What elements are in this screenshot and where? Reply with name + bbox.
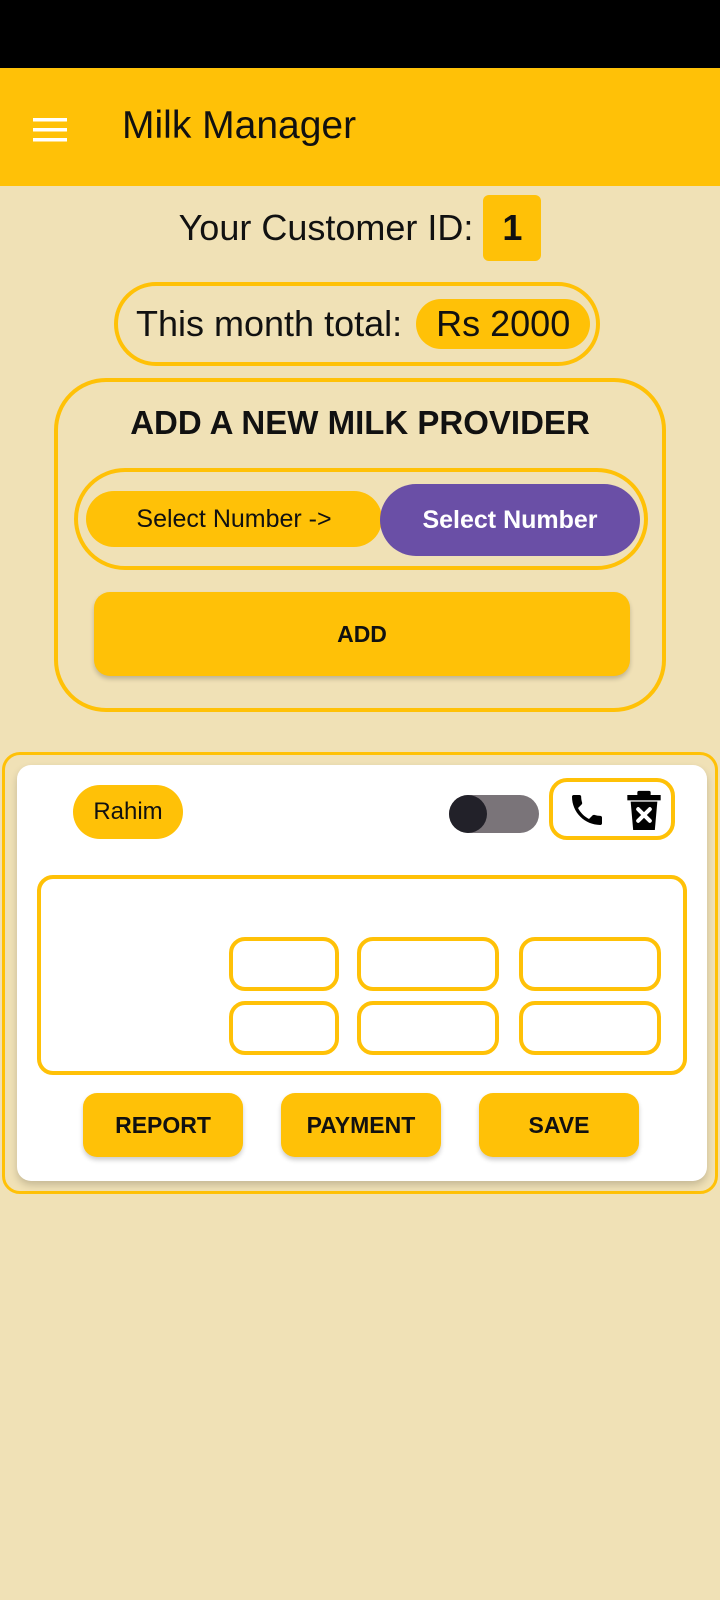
entry-field[interactable] <box>229 1001 339 1055</box>
report-button[interactable]: REPORT <box>83 1093 243 1157</box>
add-provider-button[interactable]: ADD <box>94 592 630 676</box>
save-button[interactable]: SAVE <box>479 1093 639 1157</box>
app-bar: Milk Manager <box>0 68 720 186</box>
provider-toggle-switch[interactable] <box>449 795 539 833</box>
entry-field[interactable] <box>357 1001 499 1055</box>
customer-id-label: Your Customer ID: <box>178 207 474 248</box>
entry-field[interactable] <box>519 1001 661 1055</box>
milk-entry-grid <box>37 875 687 1075</box>
phone-icon[interactable] <box>567 790 607 830</box>
provider-card-frame: Rahim REPORT PAYMENT SAVE <box>2 752 718 1194</box>
month-total-value: Rs 2000 <box>416 299 591 349</box>
select-number-group: Select Number -> Select Number <box>74 468 648 570</box>
customer-id-badge: 1 <box>483 195 542 261</box>
customer-id-row: Your Customer ID: 1 <box>0 194 720 262</box>
entry-field[interactable] <box>229 937 339 991</box>
add-provider-title: ADD A NEW MILK PROVIDER <box>130 404 590 441</box>
provider-name-badge: Rahim <box>73 785 183 839</box>
select-number-label: Select Number -> <box>86 491 382 547</box>
select-number-button[interactable]: Select Number <box>380 484 640 556</box>
app-title: Milk Manager <box>122 104 357 147</box>
provider-actions <box>549 778 675 840</box>
month-total-label: This month total: <box>136 303 403 344</box>
add-provider-section: ADD A NEW MILK PROVIDER Select Number ->… <box>54 378 666 712</box>
entry-field[interactable] <box>357 937 499 991</box>
entry-field[interactable] <box>519 937 661 991</box>
status-bar <box>0 0 720 68</box>
provider-card: Rahim REPORT PAYMENT SAVE <box>17 765 707 1181</box>
hamburger-menu-icon[interactable] <box>26 106 74 154</box>
delete-icon[interactable] <box>627 790 661 830</box>
month-total-pill: This month total: Rs 2000 <box>114 282 600 366</box>
toggle-knob <box>449 795 487 833</box>
payment-button[interactable]: PAYMENT <box>281 1093 441 1157</box>
